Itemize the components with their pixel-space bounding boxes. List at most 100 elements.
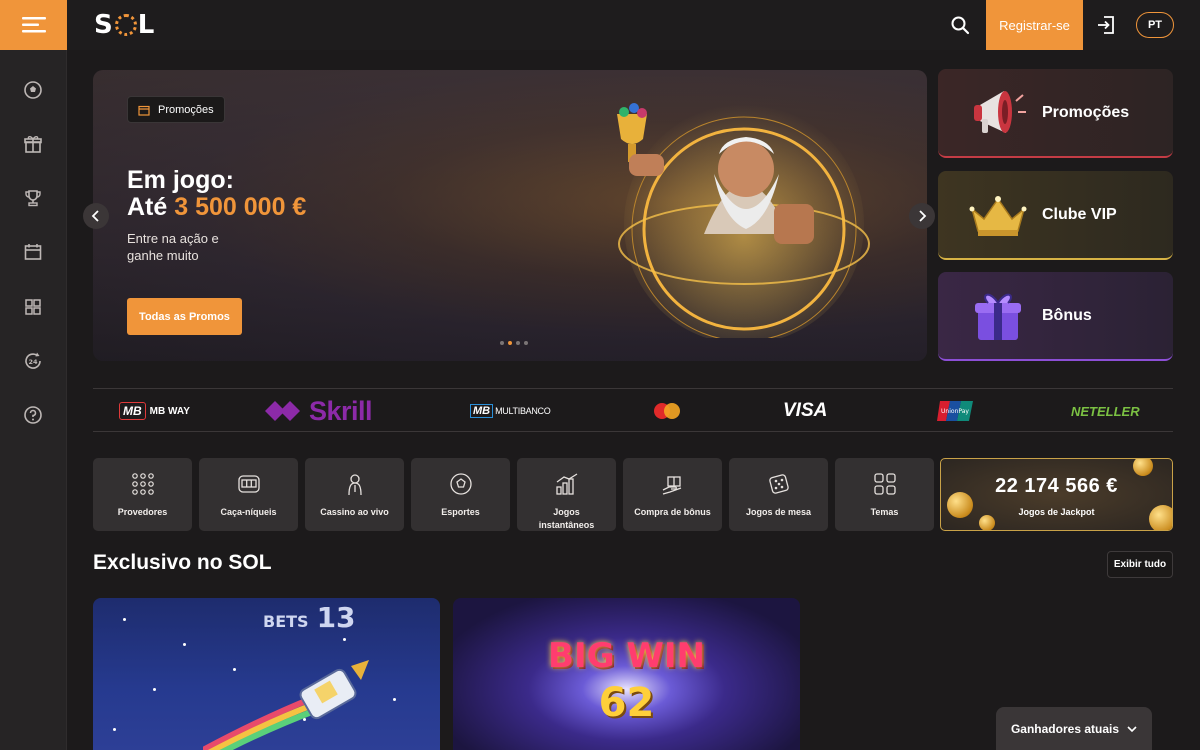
see-all-button[interactable]: Exibir tudo: [1107, 551, 1173, 578]
menu-button[interactable]: [0, 0, 67, 50]
promo-tag: Promoções: [127, 96, 225, 123]
all-promos-button[interactable]: Todas as Promos: [127, 298, 242, 335]
gift-icon: [24, 136, 42, 153]
star-decoration: [343, 638, 346, 641]
svg-text:UnionPay: UnionPay: [941, 408, 969, 415]
big-win-value: 62: [598, 680, 655, 726]
hero-amount: 3 500 000 €: [174, 193, 307, 221]
sidebar: 24: [0, 0, 67, 750]
coin-decoration: [1133, 459, 1153, 476]
category-providers[interactable]: Provedores: [93, 458, 192, 531]
carousel-dot[interactable]: [500, 341, 504, 345]
skrill-text: Skrill: [309, 395, 373, 426]
soccer-ball-icon: [450, 473, 472, 495]
sidebar-item-help[interactable]: [22, 404, 44, 426]
jackpot-label: Jogos de Jackpot: [1018, 507, 1095, 517]
dice-icon: [769, 474, 789, 494]
soccer-ball-icon: [24, 81, 42, 99]
bonus-card-label: Bônus: [1042, 306, 1092, 324]
sidebar-item-categories[interactable]: [22, 296, 44, 318]
crown-icon: [969, 196, 1027, 236]
star-decoration: [153, 688, 156, 691]
bets-counter: BETS 13: [263, 601, 356, 634]
carousel-dot[interactable]: [524, 341, 528, 345]
bets-value: 13: [316, 601, 356, 634]
jackpot-value: 22 174 566 €: [995, 475, 1118, 497]
logo[interactable]: SL: [94, 10, 155, 40]
help-icon: [24, 406, 42, 424]
category-label: Temas: [870, 507, 899, 517]
hero-title-prefix: Até: [127, 193, 168, 221]
hero-title: Em jogo: Até 3 500 000 €: [127, 167, 306, 221]
register-button[interactable]: Registrar-se: [986, 0, 1083, 50]
skrill-logo: Skrill: [265, 389, 373, 433]
megaphone-icon: [974, 91, 1026, 133]
category-themes[interactable]: Temas: [835, 458, 934, 531]
category-bonus-buy[interactable]: Compra de bônus: [623, 458, 722, 531]
chevron-right-icon: [919, 210, 927, 222]
hamburger-icon: [21, 17, 46, 33]
bonus-card[interactable]: Bônus: [938, 272, 1173, 361]
payment-methods: MB MB WAY Skrill MB MULTIBANCO VISA Unio…: [93, 388, 1173, 432]
search-button[interactable]: [949, 14, 971, 36]
jackpot-games-tile[interactable]: 22 174 566 € Jogos de Jackpot: [940, 458, 1173, 531]
neteller-text: NETELLER: [1071, 403, 1140, 419]
chevron-down-icon: [1127, 725, 1137, 732]
category-instant-games[interactable]: Jogos instantâneos: [517, 458, 616, 531]
sidebar-item-support[interactable]: 24: [22, 350, 44, 372]
vip-club-card[interactable]: Clube VIP: [938, 171, 1173, 260]
coin-decoration: [979, 515, 995, 530]
top-bar: SL Registrar-se PT: [67, 0, 1200, 50]
sidebar-item-calendar[interactable]: [22, 241, 44, 263]
carousel-dot-active[interactable]: [508, 341, 512, 345]
current-winners-toggle[interactable]: Ganhadores atuais: [996, 707, 1152, 750]
vip-club-card-label: Clube VIP: [1042, 205, 1117, 223]
carousel-dots: [500, 341, 528, 345]
category-label: Cassino ao vivo: [320, 507, 389, 517]
category-label: Jogos instantâneos: [538, 507, 595, 530]
grid-icon: [25, 299, 41, 315]
sidebar-item-promotions[interactable]: [22, 133, 44, 155]
login-button[interactable]: [1095, 14, 1117, 36]
mbway-mark: MB: [119, 402, 146, 420]
big-win-text: BIG WIN: [548, 636, 705, 676]
multibanco-mark: MB: [470, 404, 494, 418]
hero-title-line2: Até 3 500 000 €: [127, 194, 306, 221]
visa-text: VISA: [783, 400, 828, 421]
hero-banner[interactable]: Promoções Em jogo: Até 3 500 000 € Entre…: [93, 70, 927, 361]
promotions-card[interactable]: Promoções: [938, 69, 1173, 158]
category-live-casino[interactable]: Cassino ao vivo: [305, 458, 404, 531]
neteller-logo: NETELLER: [1071, 389, 1140, 433]
chevron-left-icon: [91, 210, 99, 222]
category-label: Esportes: [441, 507, 480, 517]
category-sports[interactable]: Esportes: [411, 458, 510, 531]
sidebar-item-sports[interactable]: [22, 79, 44, 101]
carousel-dot[interactable]: [516, 341, 520, 345]
bonus-buy-icon: [662, 476, 682, 495]
category-table-games[interactable]: Jogos de mesa: [729, 458, 828, 531]
category-slots[interactable]: Caça-níqueis: [199, 458, 298, 531]
carousel-next-button[interactable]: [909, 203, 935, 229]
category-label: Jogos de mesa: [745, 507, 812, 517]
svg-text:24: 24: [28, 358, 38, 366]
mastercard-logo: [653, 389, 681, 433]
trophy-icon: [25, 190, 41, 207]
sidebar-item-tournaments[interactable]: [22, 187, 44, 209]
hero-title-line1: Em jogo:: [127, 166, 234, 194]
language-selector[interactable]: PT: [1136, 12, 1174, 38]
game-card[interactable]: BIG WIN 62: [453, 598, 800, 750]
promo-tag-label: Promoções: [158, 103, 214, 116]
section-title: Exclusivo no SOL: [93, 551, 272, 574]
category-label: Caça-níqueis: [220, 507, 277, 517]
promotions-card-label: Promoções: [1042, 103, 1130, 121]
bets-label: BETS: [263, 612, 309, 631]
gift-box-icon: [975, 293, 1021, 340]
carousel-prev-button[interactable]: [83, 203, 109, 229]
game-card[interactable]: BETS 13: [93, 598, 440, 750]
skrill-diamond-icon: [265, 401, 300, 421]
calendar-icon: [24, 244, 42, 260]
star-decoration: [113, 728, 116, 731]
login-icon: [1098, 16, 1114, 34]
mbway-text: MB WAY: [149, 405, 190, 417]
unionpay-logo: UnionPay: [937, 389, 973, 433]
